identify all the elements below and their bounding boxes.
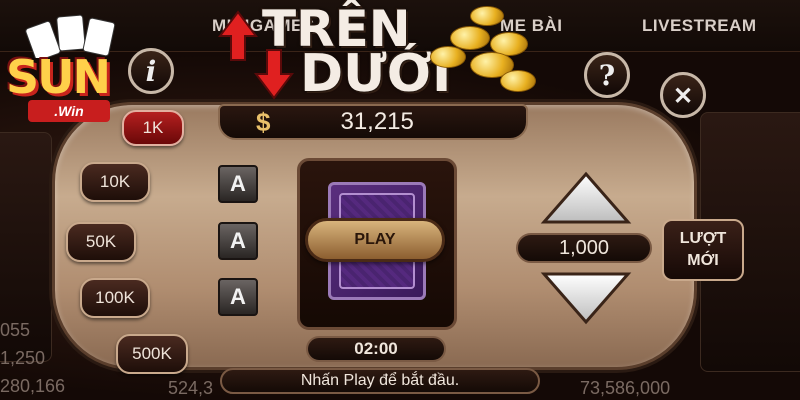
balance-amount: 31,215	[340, 108, 414, 135]
new-round-line1: LƯỢT	[679, 230, 727, 247]
arrow-up-icon[interactable]	[540, 170, 632, 226]
logo-sub: .Win	[28, 100, 110, 122]
chip-100k[interactable]: 100K	[80, 278, 150, 318]
balance-bar: $ 31,215	[218, 104, 528, 140]
arrow-up-red-icon	[218, 10, 258, 61]
sunwin-logo: SUN .Win	[0, 0, 140, 140]
bet-amount-field[interactable]: 1,000	[516, 233, 652, 263]
bg-value-1: 055	[0, 320, 31, 340]
nav-livestream[interactable]: LIVESTREAM	[642, 16, 757, 36]
coin-icon	[500, 70, 536, 92]
new-round-button[interactable]: LƯỢT MỚI	[662, 219, 744, 281]
chip-10k[interactable]: 10K	[80, 162, 150, 202]
close-button[interactable]: ✕	[660, 72, 706, 118]
dollar-icon: $	[256, 106, 271, 137]
ace-card-2: A	[218, 222, 258, 260]
ace-card-1: A	[218, 165, 258, 203]
bg-value-2: 1,250	[0, 348, 46, 368]
logo-text: SUN	[6, 50, 111, 104]
coin-icon	[470, 6, 504, 26]
ace-card-3: A	[218, 278, 258, 316]
countdown-timer: 02:00	[306, 336, 446, 362]
chip-50k[interactable]: 50K	[66, 222, 136, 262]
coin-icon	[430, 46, 466, 68]
help-button[interactable]: ?	[584, 52, 630, 98]
hint-text: Nhấn Play để bắt đầu.	[220, 368, 540, 394]
chip-500k[interactable]: 500K	[116, 334, 188, 374]
new-round-line2: MỚI	[687, 252, 719, 269]
bg-value-6: 73,586,000	[580, 378, 671, 398]
play-button[interactable]: PLAY	[305, 218, 445, 262]
title-line2: DƯỚI	[300, 44, 452, 104]
arrow-down-icon[interactable]	[540, 270, 632, 326]
bg-value-3: 280,166	[0, 376, 66, 396]
bg-value-4: 524,3	[168, 378, 214, 398]
